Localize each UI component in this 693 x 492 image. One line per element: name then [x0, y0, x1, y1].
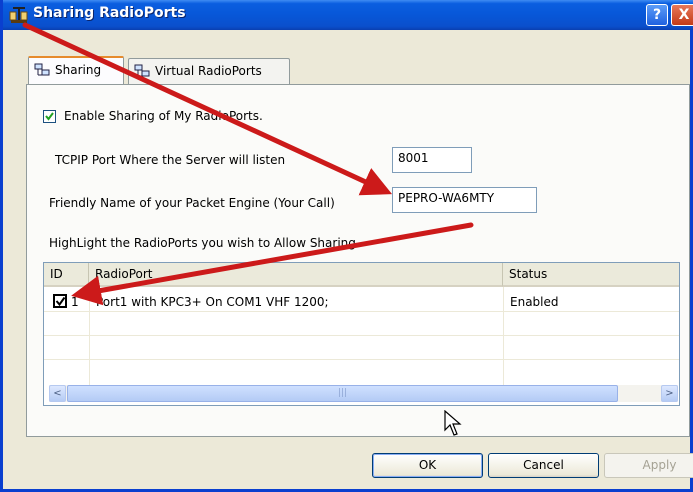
- column-divider: [503, 287, 504, 387]
- row-radioport: Port1 with KPC3+ On COM1 VHF 1200;: [96, 295, 329, 309]
- column-header-id[interactable]: ID: [44, 263, 89, 287]
- tcpip-port-label: TCPIP Port Where the Server will listen: [55, 153, 286, 167]
- checkmark-icon: [55, 296, 66, 307]
- window-title: Sharing RadioPorts: [33, 5, 186, 21]
- ok-button[interactable]: OK: [372, 453, 483, 478]
- scroll-right-button[interactable]: >: [661, 385, 678, 402]
- help-button[interactable]: ?: [646, 4, 668, 26]
- close-button[interactable]: X: [671, 4, 693, 26]
- enable-sharing-label: Enable Sharing of My RadioPorts.: [64, 109, 263, 123]
- scrollbar-thumb[interactable]: |||: [67, 385, 618, 402]
- network-antenna-icon: [9, 7, 28, 23]
- tab-sharing-label: Sharing: [55, 63, 102, 77]
- row-share-checkbox[interactable]: [53, 294, 67, 308]
- enable-sharing-checkbox[interactable]: [43, 110, 56, 123]
- row-status: Enabled: [510, 295, 559, 309]
- row-divider: [44, 335, 679, 336]
- row-divider: [44, 311, 679, 312]
- column-header-radioport[interactable]: RadioPort: [89, 263, 503, 287]
- horizontal-scrollbar[interactable]: < ||| >: [49, 385, 678, 402]
- tab-virtual-label: Virtual RadioPorts: [155, 64, 262, 78]
- apply-button[interactable]: Apply: [604, 453, 693, 478]
- dialog-window: Sharing RadioPorts ? X Sharing Virtual R…: [0, 0, 693, 492]
- checkmark-icon: [45, 112, 54, 121]
- highlight-label: HighLight the RadioPorts you wish to All…: [49, 236, 356, 250]
- friendly-name-label: Friendly Name of your Packet Engine (You…: [49, 196, 335, 210]
- column-divider: [89, 287, 90, 387]
- cancel-button[interactable]: Cancel: [488, 453, 599, 478]
- network-computers-icon: [134, 64, 150, 77]
- scroll-left-button[interactable]: <: [49, 385, 66, 402]
- row-divider: [44, 359, 679, 360]
- tab-sharing[interactable]: Sharing: [28, 56, 124, 84]
- tab-virtual-radioports[interactable]: Virtual RadioPorts: [128, 58, 290, 84]
- network-computers-icon: [34, 63, 50, 76]
- friendly-name-input[interactable]: PEPRO-WA6MTY: [392, 187, 537, 213]
- title-bar[interactable]: Sharing RadioPorts ? X: [3, 0, 693, 30]
- mouse-cursor-icon: [444, 410, 462, 436]
- column-header-status[interactable]: Status: [503, 263, 679, 287]
- row-id: 1: [71, 295, 79, 309]
- tcpip-port-input[interactable]: 8001: [392, 147, 472, 173]
